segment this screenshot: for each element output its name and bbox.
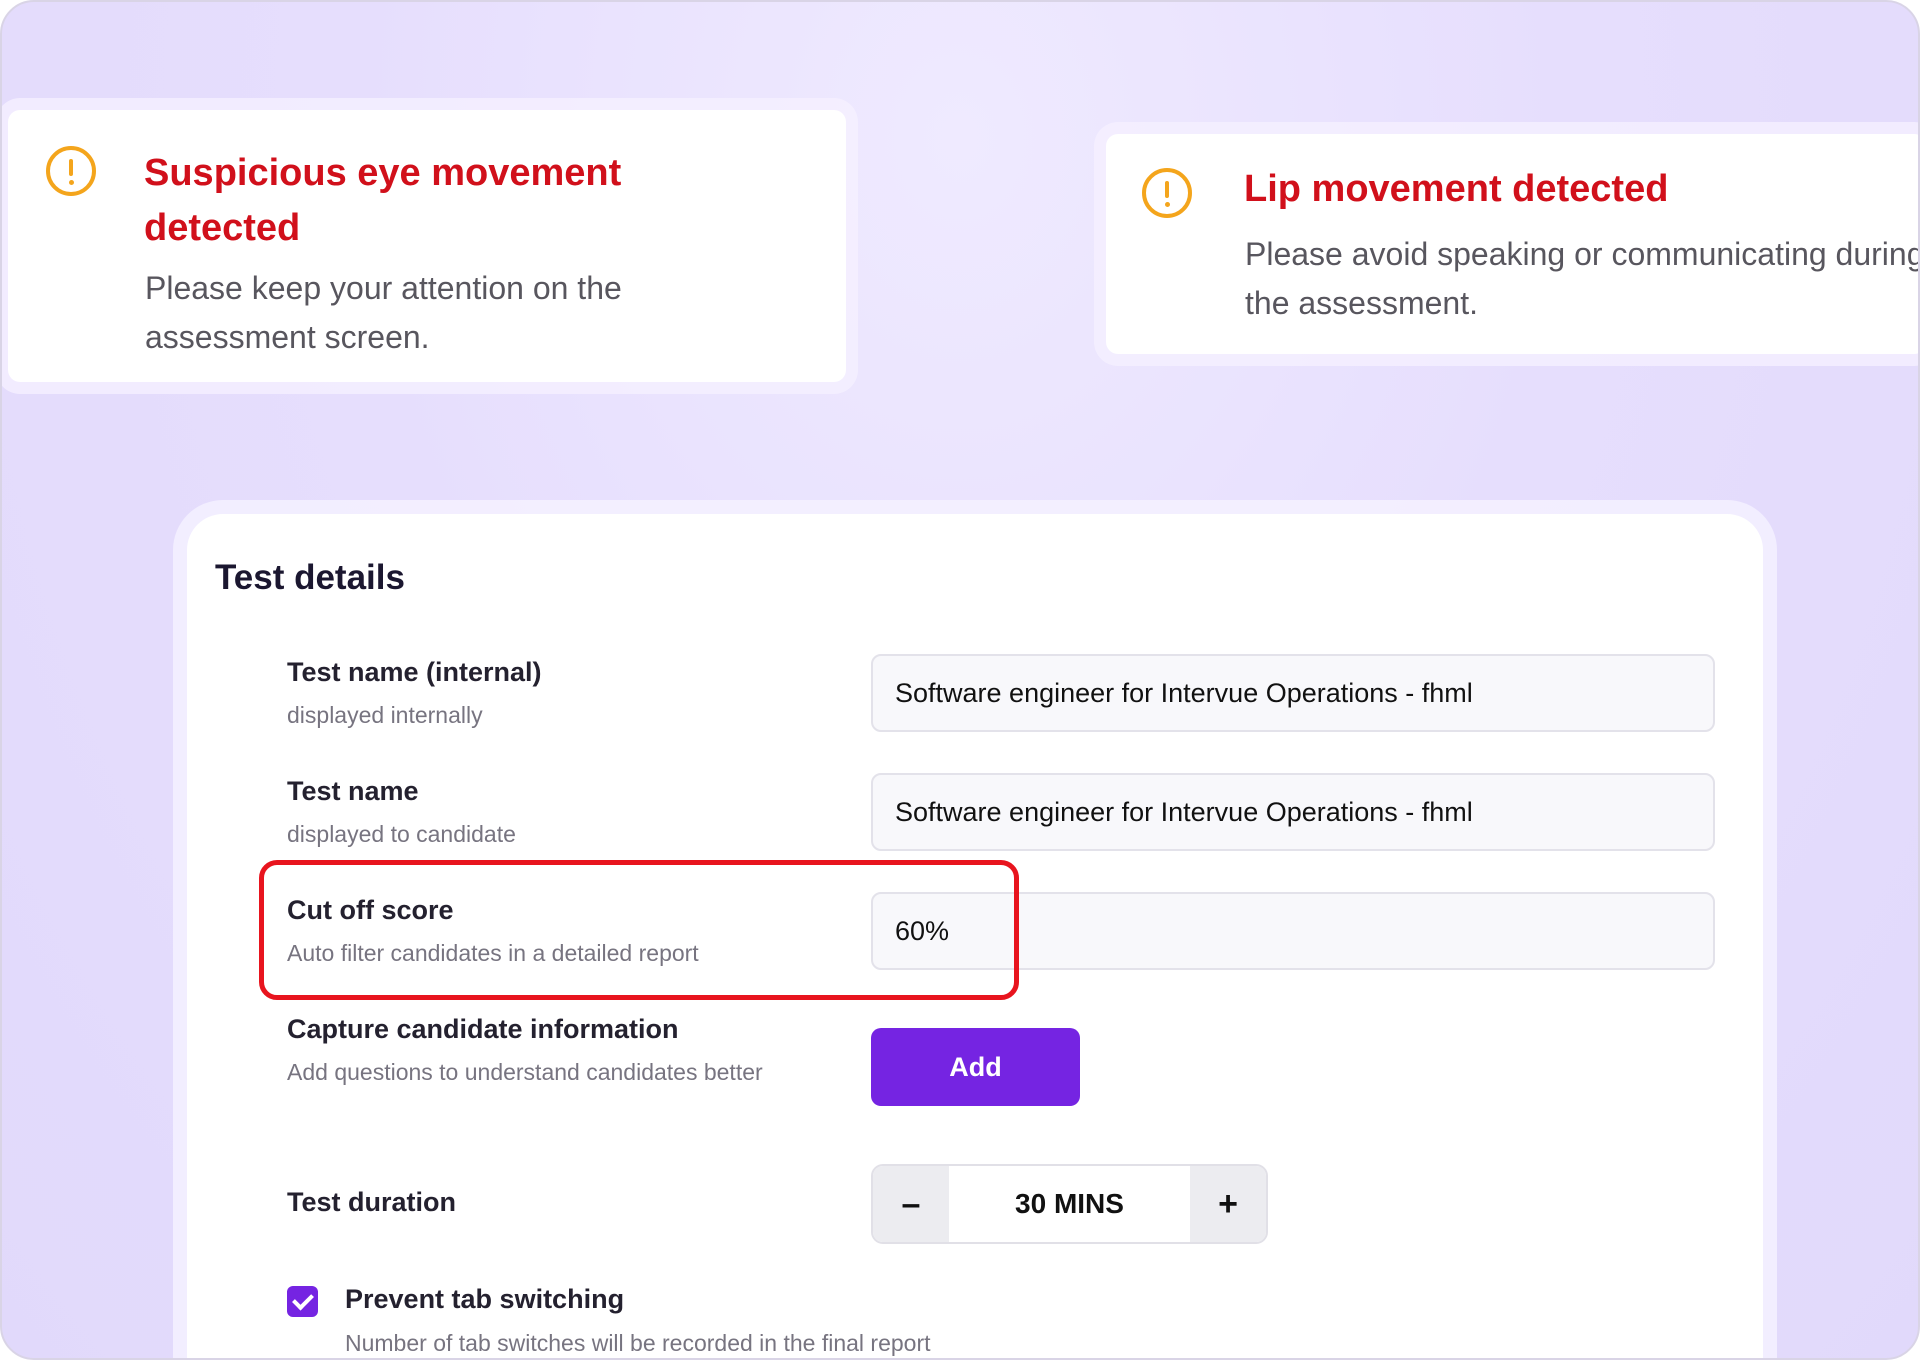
alert-message: Please avoid speaking or communicating d… — [1245, 236, 1920, 321]
internal-name-input[interactable] — [871, 654, 1715, 732]
warning-icon — [46, 146, 96, 196]
candidate-name-input[interactable] — [871, 773, 1715, 851]
test-details-card: Test details Test name (internal) displa… — [187, 514, 1763, 1358]
internal-name-label: Test name (internal) — [287, 657, 542, 687]
app-frame: Suspicious eye movement detected Please … — [0, 0, 1920, 1360]
candidate-name-label-group: Test name displayed to candidate — [287, 773, 807, 851]
capture-label: Capture candidate information — [287, 1014, 679, 1044]
internal-name-label-group: Test name (internal) displayed internall… — [287, 654, 807, 732]
card-title: Test details — [215, 558, 405, 597]
candidate-name-label: Test name — [287, 776, 419, 806]
duration-label: Test duration — [287, 1187, 457, 1217]
cutoff-score-input[interactable] — [871, 892, 1715, 970]
increment-button[interactable]: + — [1190, 1166, 1266, 1242]
alert-title: Lip movement detected — [1244, 168, 1669, 210]
cutoff-label-group: Cut off score Auto filter candidates in … — [287, 892, 807, 970]
tab-switching-label: Prevent tab switching — [345, 1284, 625, 1314]
internal-name-sublabel: displayed internally — [287, 702, 483, 728]
warning-icon — [1142, 168, 1192, 218]
tab-switching-checkbox[interactable] — [287, 1286, 318, 1317]
alert-message: Please keep your attention on the assess… — [145, 270, 622, 355]
tab-switching-sublabel: Number of tab switches will be recorded … — [345, 1330, 931, 1356]
capture-sublabel: Add questions to understand candidates b… — [287, 1059, 763, 1085]
duration-label-group: Test duration — [287, 1184, 807, 1220]
cutoff-label: Cut off score — [287, 895, 454, 925]
decrement-button[interactable]: – — [873, 1166, 949, 1242]
add-question-button[interactable]: Add — [871, 1028, 1080, 1106]
cutoff-sublabel: Auto filter candidates in a detailed rep… — [287, 940, 699, 966]
eye-movement-alert: Suspicious eye movement detected Please … — [8, 110, 846, 382]
lip-movement-alert: Lip movement detected Please avoid speak… — [1106, 134, 1920, 354]
duration-stepper: – 30 MINS + — [871, 1164, 1268, 1244]
alert-title: Suspicious eye movement detected — [144, 152, 622, 249]
duration-value: 30 MINS — [1015, 1188, 1124, 1219]
candidate-name-sublabel: displayed to candidate — [287, 821, 516, 847]
capture-label-group: Capture candidate information Add questi… — [287, 1011, 787, 1089]
